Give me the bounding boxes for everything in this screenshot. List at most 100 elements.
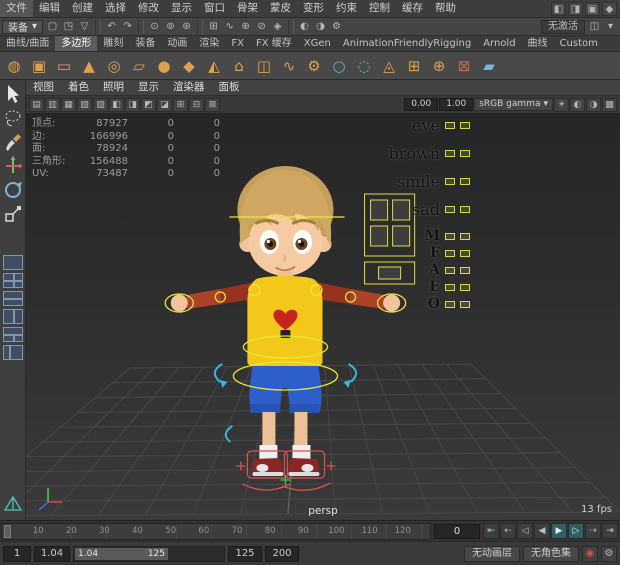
poly-gear-icon[interactable]: ⚙ <box>302 54 326 78</box>
face-slider-o-a[interactable] <box>445 300 455 308</box>
range-slider-bar[interactable]: 1.04 125 <box>75 547 168 560</box>
face-slider-a-b[interactable] <box>460 266 470 274</box>
play-forwards-button[interactable]: ▶ <box>551 523 567 539</box>
face-slider-eye-a[interactable] <box>445 122 455 129</box>
redo-icon[interactable]: ↷ <box>120 19 135 34</box>
face-slider-e-a[interactable] <box>445 283 455 291</box>
shelf-tab-8[interactable]: XGen <box>298 37 337 51</box>
open-scene-icon[interactable]: ◳ <box>61 19 76 34</box>
menu-item-7[interactable]: 骨架 <box>231 0 264 17</box>
face-slider-m-a[interactable] <box>445 232 455 240</box>
menu-item-12[interactable]: 缓存 <box>396 0 429 17</box>
layout-outliner-persp-button[interactable] <box>2 345 23 360</box>
toolbox-bottom-icon[interactable] <box>3 495 23 516</box>
boolean-icon[interactable]: ⊠ <box>452 54 476 78</box>
step-forward-frame-button[interactable]: ⇢ <box>585 523 601 539</box>
face-label-a[interactable]: A <box>429 262 440 278</box>
status-separator-4[interactable] <box>288 19 295 34</box>
face-label-sad[interactable]: sad <box>412 200 440 219</box>
menu-item-13[interactable]: 帮助 <box>429 0 462 17</box>
face-slider-e-b[interactable] <box>460 283 470 291</box>
shelf-tab-11[interactable]: 曲线 <box>522 36 554 51</box>
field-chart-icon[interactable]: ⊞ <box>173 97 188 112</box>
range-handle-right[interactable]: 125 <box>148 549 165 559</box>
lighting-icon[interactable]: ☀ <box>554 97 569 112</box>
select-object-icon[interactable]: ⊚ <box>163 19 178 34</box>
workspace-right-icon[interactable]: ◨ <box>568 1 583 16</box>
menu-item-0[interactable]: 文件 <box>0 0 33 17</box>
shelf-tab-3[interactable]: 装备 <box>129 36 161 51</box>
save-scene-icon[interactable]: ▽ <box>77 19 92 34</box>
ambient-occlusion-icon[interactable]: ◑ <box>586 97 601 112</box>
symmetry-icon[interactable]: ◫ <box>587 19 602 34</box>
face-slider-sad-a[interactable] <box>445 206 455 213</box>
range-slider[interactable]: 1.04 125 <box>73 545 225 562</box>
move-tool-button[interactable] <box>2 155 24 177</box>
shelf-tab-12[interactable]: Custom <box>554 37 604 51</box>
shelf-tab-7[interactable]: FX 缓存 <box>250 36 298 51</box>
shelf-tab-6[interactable]: FX <box>225 37 250 51</box>
menu-item-3[interactable]: 选择 <box>99 0 132 17</box>
face-label-m[interactable]: M <box>425 228 441 244</box>
step-back-key-button[interactable]: ◁ <box>517 523 533 539</box>
face-label-e[interactable]: E <box>429 279 440 295</box>
shadows-icon[interactable]: ◐ <box>570 97 585 112</box>
snap-projected-center-icon[interactable]: ⊘ <box>254 19 269 34</box>
menu-item-1[interactable]: 编辑 <box>33 0 66 17</box>
paint-select-tool-button[interactable] <box>2 131 24 153</box>
menu-item-11[interactable]: 控制 <box>363 0 396 17</box>
shelf-tab-4[interactable]: 动画 <box>161 36 193 51</box>
film-gate-icon[interactable]: ◨ <box>125 97 140 112</box>
face-slider-smile-a[interactable] <box>445 178 455 185</box>
face-label-smile[interactable]: smile <box>397 172 440 191</box>
menu-item-5[interactable]: 显示 <box>165 0 198 17</box>
poly-soccer-ball-icon[interactable]: ○ <box>327 54 351 78</box>
select-hierarchy-icon[interactable]: ⊙ <box>147 19 162 34</box>
snap-grid-icon[interactable]: ⊞ <box>206 19 221 34</box>
face-slider-m-b[interactable] <box>460 232 470 240</box>
step-back-frame-button[interactable]: ⇠ <box>500 523 516 539</box>
face-slider-a-a[interactable] <box>445 266 455 274</box>
character-set-dropdown[interactable]: 无角色集 <box>523 545 579 562</box>
face-slider-brown-b[interactable] <box>460 150 470 157</box>
safe-action-icon[interactable]: ⊟ <box>189 97 204 112</box>
auto-keyframe-button[interactable]: ◉ <box>582 545 598 562</box>
poly-plane-icon[interactable]: ▱ <box>127 54 151 78</box>
resolution-gate-icon[interactable]: ◩ <box>141 97 156 112</box>
workspace-full-icon[interactable]: ▣ <box>585 1 600 16</box>
poly-cube-icon[interactable]: ▣ <box>27 54 51 78</box>
scale-tool-button[interactable] <box>2 203 24 225</box>
face-slider-o-b[interactable] <box>460 300 470 308</box>
menu-item-6[interactable]: 窗口 <box>198 0 231 17</box>
menu-item-2[interactable]: 创建 <box>66 0 99 17</box>
playback-start-field[interactable]: 1.04 <box>34 545 70 562</box>
render-frame-icon[interactable]: ◐ <box>297 19 312 34</box>
poly-sphere-icon[interactable]: ◍ <box>2 54 26 78</box>
layout-two-panes-side-button[interactable] <box>2 309 23 324</box>
menu-item-4[interactable]: 修改 <box>132 0 165 17</box>
panel-menu-1[interactable]: 着色 <box>61 80 96 95</box>
status-separator-1[interactable] <box>95 19 102 34</box>
poly-cylinder-icon[interactable]: ▭ <box>52 54 76 78</box>
gate-mask-icon[interactable]: ◪ <box>157 97 172 112</box>
safe-title-icon[interactable]: ⊠ <box>205 97 220 112</box>
bookmarks-icon[interactable]: ▧ <box>77 97 92 112</box>
lock-camera-icon[interactable]: ▥ <box>45 97 60 112</box>
character-model[interactable] <box>170 166 401 476</box>
panel-menu-0[interactable]: 视图 <box>26 80 61 95</box>
ipr-render-icon[interactable]: ◑ <box>313 19 328 34</box>
camera-attributes-icon[interactable]: ▦ <box>61 97 76 112</box>
face-label-eye[interactable]: eye <box>412 116 440 135</box>
play-backwards-button[interactable]: ◀ <box>534 523 550 539</box>
lasso-tool-button[interactable] <box>2 107 24 129</box>
face-label-f[interactable]: F <box>430 245 440 261</box>
gamma-field[interactable]: 1.00 <box>439 98 474 111</box>
poly-pipe-icon[interactable]: ◫ <box>252 54 276 78</box>
poly-pyramid-icon[interactable]: ◭ <box>202 54 226 78</box>
range-handle-left[interactable]: 1.04 <box>78 549 98 559</box>
undo-icon[interactable]: ↶ <box>104 19 119 34</box>
whats-new-icon[interactable]: ◆ <box>602 1 617 16</box>
options-caret-icon[interactable]: ▾ <box>603 19 618 34</box>
animation-preferences-button[interactable]: ⚙ <box>601 545 617 562</box>
panel-menu-2[interactable]: 照明 <box>96 80 131 95</box>
